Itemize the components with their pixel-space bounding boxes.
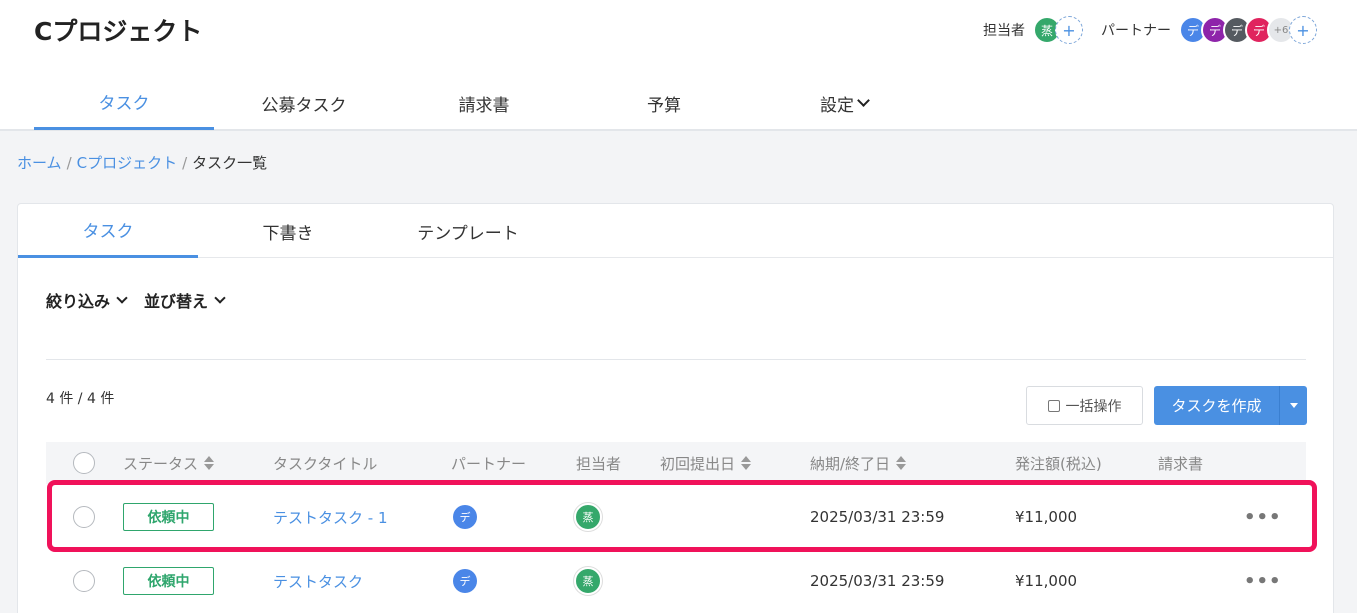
col-partner: パートナー [451, 454, 527, 473]
chevron-down-icon [214, 291, 226, 304]
more-actions-icon[interactable]: ••• [1244, 549, 1282, 613]
result-count: 4 件 / 4 件 [46, 391, 115, 407]
assignee-avatar[interactable]: 蒸 [574, 567, 602, 595]
assignee-label: 担当者 [983, 23, 1025, 39]
col-status-label: ステータス [123, 454, 199, 473]
add-partner-button[interactable]: + [1289, 16, 1317, 44]
task-subtabs: タスク 下書き テンプレート [18, 204, 1333, 258]
partner-avatar[interactable]: デ [453, 569, 477, 593]
subtab-drafts[interactable]: 下書き [198, 204, 378, 258]
sort-label: 並び替え [144, 292, 209, 311]
col-status[interactable]: ステータス [123, 442, 215, 484]
divider [46, 359, 1306, 360]
col-first-submit-label: 初回提出日 [660, 454, 736, 473]
caret-down-icon [1289, 403, 1298, 408]
col-title: タスクタイトル [273, 454, 378, 473]
col-first-submit[interactable]: 初回提出日 [660, 442, 752, 484]
table-header: ステータス タスクタイトル パートナー 担当者 初回提出日 納期/終了日 発注額… [46, 442, 1306, 484]
col-amount: 発注額(税込) [1015, 454, 1102, 473]
breadcrumb-current: タスク一覧 [192, 154, 268, 172]
sort-icon [741, 456, 752, 470]
tab-settings-label: 設定 [820, 95, 854, 116]
add-assignee-button[interactable]: + [1055, 16, 1083, 44]
subtab-tasks[interactable]: タスク [18, 204, 198, 258]
sort-icon [204, 456, 215, 470]
amount-cell: ¥11,000 [1015, 572, 1078, 590]
breadcrumb-separator: / [66, 153, 72, 172]
sort-icon [896, 456, 907, 470]
col-deadline-label: 納期/終了日 [810, 454, 891, 473]
select-all-checkbox[interactable] [73, 442, 95, 484]
edit-icon [1047, 399, 1060, 412]
tab-budget[interactable]: 予算 [574, 76, 754, 130]
assignee-cell: 蒸 [574, 549, 602, 613]
partner-label: パートナー [1101, 23, 1171, 39]
deadline-cell: 2025/03/31 23:59 [810, 572, 945, 590]
sort-dropdown[interactable]: 並び替え [144, 288, 226, 312]
task-title-link[interactable]: テストタスク [273, 549, 363, 613]
project-title: Cプロジェクト [34, 17, 203, 46]
tab-public-tasks[interactable]: 公募タスク [214, 76, 394, 130]
status-cell: 依頼中 [123, 549, 214, 613]
filter-dropdown[interactable]: 絞り込み [46, 288, 128, 312]
project-members: 担当者 蒸 + パートナー デ デ デ デ +6 + [983, 14, 1317, 46]
filter-bar: 絞り込み 並び替え [46, 288, 226, 312]
partner-cell: デ [453, 549, 477, 613]
bulk-action-label: 一括操作 [1065, 398, 1122, 415]
col-assignee: 担当者 [576, 454, 622, 473]
create-task-button-group: タスクを作成 [1154, 386, 1307, 425]
table-row[interactable]: 依頼中 テストタスク デ 蒸 2025/03/31 23:59 ¥11,000 … [46, 549, 1306, 613]
chevron-down-icon [857, 94, 870, 107]
col-invoice: 請求書 [1158, 454, 1204, 473]
breadcrumb-home[interactable]: ホーム [17, 152, 62, 173]
project-header: Cプロジェクト 担当者 蒸 + パートナー デ デ デ デ +6 + タスク 公… [0, 0, 1357, 131]
tab-settings[interactable]: 設定 [754, 76, 934, 130]
status-badge: 依頼中 [123, 567, 214, 595]
tab-tasks[interactable]: タスク [34, 76, 214, 130]
filter-label: 絞り込み [46, 292, 111, 311]
project-nav: タスク 公募タスク 請求書 予算 設定 [34, 76, 934, 130]
subtab-templates[interactable]: テンプレート [378, 204, 558, 258]
create-task-dropdown-button[interactable] [1279, 386, 1307, 425]
row-highlight-annotation [47, 480, 1317, 552]
tab-invoices[interactable]: 請求書 [394, 76, 574, 130]
chevron-down-icon [116, 291, 128, 304]
row-checkbox[interactable] [73, 549, 95, 613]
breadcrumb-project[interactable]: Cプロジェクト [77, 152, 177, 173]
bulk-action-button[interactable]: 一括操作 [1026, 386, 1143, 425]
create-task-button[interactable]: タスクを作成 [1154, 386, 1279, 425]
col-deadline[interactable]: 納期/終了日 [810, 442, 907, 484]
breadcrumb-separator: / [182, 153, 188, 172]
breadcrumb: ホーム / Cプロジェクト / タスク一覧 [17, 152, 267, 173]
